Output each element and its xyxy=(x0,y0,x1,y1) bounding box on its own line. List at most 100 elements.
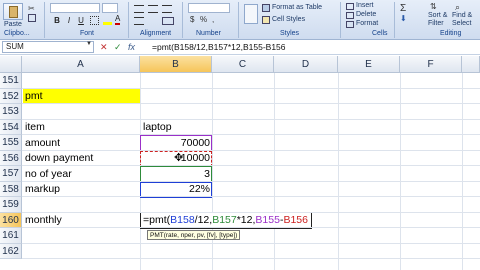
column-header-b[interactable]: B xyxy=(140,56,212,73)
separator xyxy=(394,2,395,38)
border-icon[interactable] xyxy=(90,16,99,25)
row-header-162[interactable]: 162 xyxy=(0,243,22,259)
fill-color-icon[interactable] xyxy=(103,16,112,25)
cell-a158[interactable]: markup xyxy=(25,182,60,197)
font-name-dropdown[interactable] xyxy=(50,3,100,13)
row-header-156[interactable]: 156 xyxy=(0,150,22,166)
cells-group-label: Cells xyxy=(372,30,388,37)
gridline xyxy=(22,165,480,166)
paste-label[interactable]: Paste xyxy=(4,21,22,28)
gridline xyxy=(22,227,480,228)
format-button[interactable]: Format xyxy=(356,20,378,27)
column-header-c[interactable]: C xyxy=(212,56,274,73)
ribbon: Paste ✂ Clipbo... B I U A Font Alignment… xyxy=(0,0,480,40)
row-header-152[interactable]: 152 xyxy=(0,88,22,104)
cell-a154[interactable]: item xyxy=(25,120,45,135)
row-header-151[interactable]: 151 xyxy=(0,73,22,89)
fill-icon[interactable]: ⬇ xyxy=(400,14,407,23)
cell-styles-button[interactable]: Cell Styles xyxy=(272,16,305,23)
row-header-158[interactable]: 158 xyxy=(0,181,22,197)
gridline xyxy=(22,258,480,259)
row-header-153[interactable]: 153 xyxy=(0,104,22,120)
sort-filter-icon[interactable]: ⇅ xyxy=(430,2,442,12)
column-header-g[interactable] xyxy=(462,56,480,73)
gridline xyxy=(22,211,480,213)
name-box[interactable]: SUM xyxy=(2,41,94,53)
formula-bar: SUM ▼ ✕ ✓ fx =pmt(B158/12,B157*12,B155-B… xyxy=(0,40,480,55)
cell-styles-icon[interactable] xyxy=(262,16,270,24)
formula-ref-b158: B158 xyxy=(170,214,195,226)
conditional-format-icon[interactable] xyxy=(244,4,258,24)
column-header-e[interactable]: E xyxy=(338,56,400,73)
enter-icon[interactable]: ✓ xyxy=(114,41,122,53)
select-all-corner[interactable] xyxy=(0,56,22,73)
gridline xyxy=(22,196,480,197)
column-header-d[interactable]: D xyxy=(274,56,338,73)
currency-icon[interactable]: $ xyxy=(190,15,194,24)
column-header-a[interactable]: A xyxy=(22,56,140,73)
sort-filter-button[interactable]: Sort & Filter xyxy=(428,12,447,28)
column-header-f[interactable]: F xyxy=(400,56,462,73)
formula-sep: *12, xyxy=(236,214,256,226)
formula-ref-b156: B156 xyxy=(283,214,308,226)
cell-b154[interactable]: laptop xyxy=(143,120,172,135)
separator xyxy=(182,2,183,38)
gridline xyxy=(22,103,480,104)
percent-icon[interactable]: % xyxy=(200,15,207,24)
merge-icon[interactable] xyxy=(162,17,174,25)
align-center-icon[interactable] xyxy=(148,5,158,13)
row-header-157[interactable]: 157 xyxy=(0,166,22,182)
insert-function-icon[interactable]: fx xyxy=(128,41,135,53)
cancel-icon[interactable]: ✕ xyxy=(100,41,108,53)
format-icon[interactable] xyxy=(346,21,354,28)
formula-ref-b157: B157 xyxy=(212,214,237,226)
italic-button[interactable]: I xyxy=(64,15,74,25)
format-table-icon[interactable] xyxy=(262,4,270,12)
row-header-161[interactable]: 161 xyxy=(0,228,22,244)
separator xyxy=(128,2,129,38)
row-header-160[interactable]: 160 xyxy=(0,212,22,228)
cut-icon[interactable]: ✂ xyxy=(28,4,35,13)
font-color-icon[interactable]: A xyxy=(115,15,121,25)
underline-button[interactable]: U xyxy=(76,15,86,25)
alignment-group-label: Alignment xyxy=(140,30,172,37)
align-left-icon[interactable] xyxy=(134,5,144,13)
formula-prefix: =pmt( xyxy=(143,214,171,226)
format-as-table-button[interactable]: Format as Table xyxy=(272,4,322,11)
gridline xyxy=(22,118,480,120)
chevron-down-icon[interactable]: ▼ xyxy=(86,41,92,47)
comma-icon[interactable]: , xyxy=(212,15,214,24)
row-header-159[interactable]: 159 xyxy=(0,197,22,213)
insert-button[interactable]: Insert xyxy=(356,2,374,9)
sort-label: Sort & xyxy=(428,12,448,19)
styles-group-label: Styles xyxy=(280,30,300,37)
function-tooltip: PMT(rate, nper, pv, [fv], [type]) xyxy=(147,230,241,240)
bold-button[interactable]: B xyxy=(52,15,62,25)
formula-input[interactable]: =pmt(B158/12,B157*12,B155-B156 xyxy=(152,41,286,53)
gridline xyxy=(22,149,480,151)
delete-icon[interactable] xyxy=(346,12,354,19)
copy-icon[interactable] xyxy=(28,14,36,22)
row-header-154[interactable]: 154 xyxy=(0,119,22,135)
delete-button[interactable]: Delete xyxy=(356,11,376,18)
gridline xyxy=(22,242,480,244)
align-right-icon[interactable] xyxy=(162,5,172,13)
cell-a156[interactable]: down payment xyxy=(25,151,93,166)
gridline xyxy=(22,134,480,135)
number-format-dropdown[interactable] xyxy=(188,3,230,13)
autosum-icon[interactable]: Σ xyxy=(400,3,406,14)
formula-ref-b155: B155 xyxy=(255,214,280,226)
find-label: Find & xyxy=(452,12,473,19)
insert-icon[interactable] xyxy=(346,3,354,10)
cell-a160[interactable]: monthly xyxy=(25,213,62,228)
wrap-text-icon[interactable] xyxy=(134,17,144,25)
find-select-button[interactable]: Find & Select xyxy=(452,12,472,28)
paste-button[interactable] xyxy=(3,3,23,20)
cell-a152[interactable]: pmt xyxy=(25,89,43,104)
gridline xyxy=(22,87,480,89)
gridline xyxy=(22,180,480,182)
row-header-155[interactable]: 155 xyxy=(0,135,22,151)
editing-group-label: Editing xyxy=(440,30,462,37)
font-size-dropdown[interactable] xyxy=(102,3,118,13)
cell-b158[interactable]: 22% xyxy=(142,182,210,197)
